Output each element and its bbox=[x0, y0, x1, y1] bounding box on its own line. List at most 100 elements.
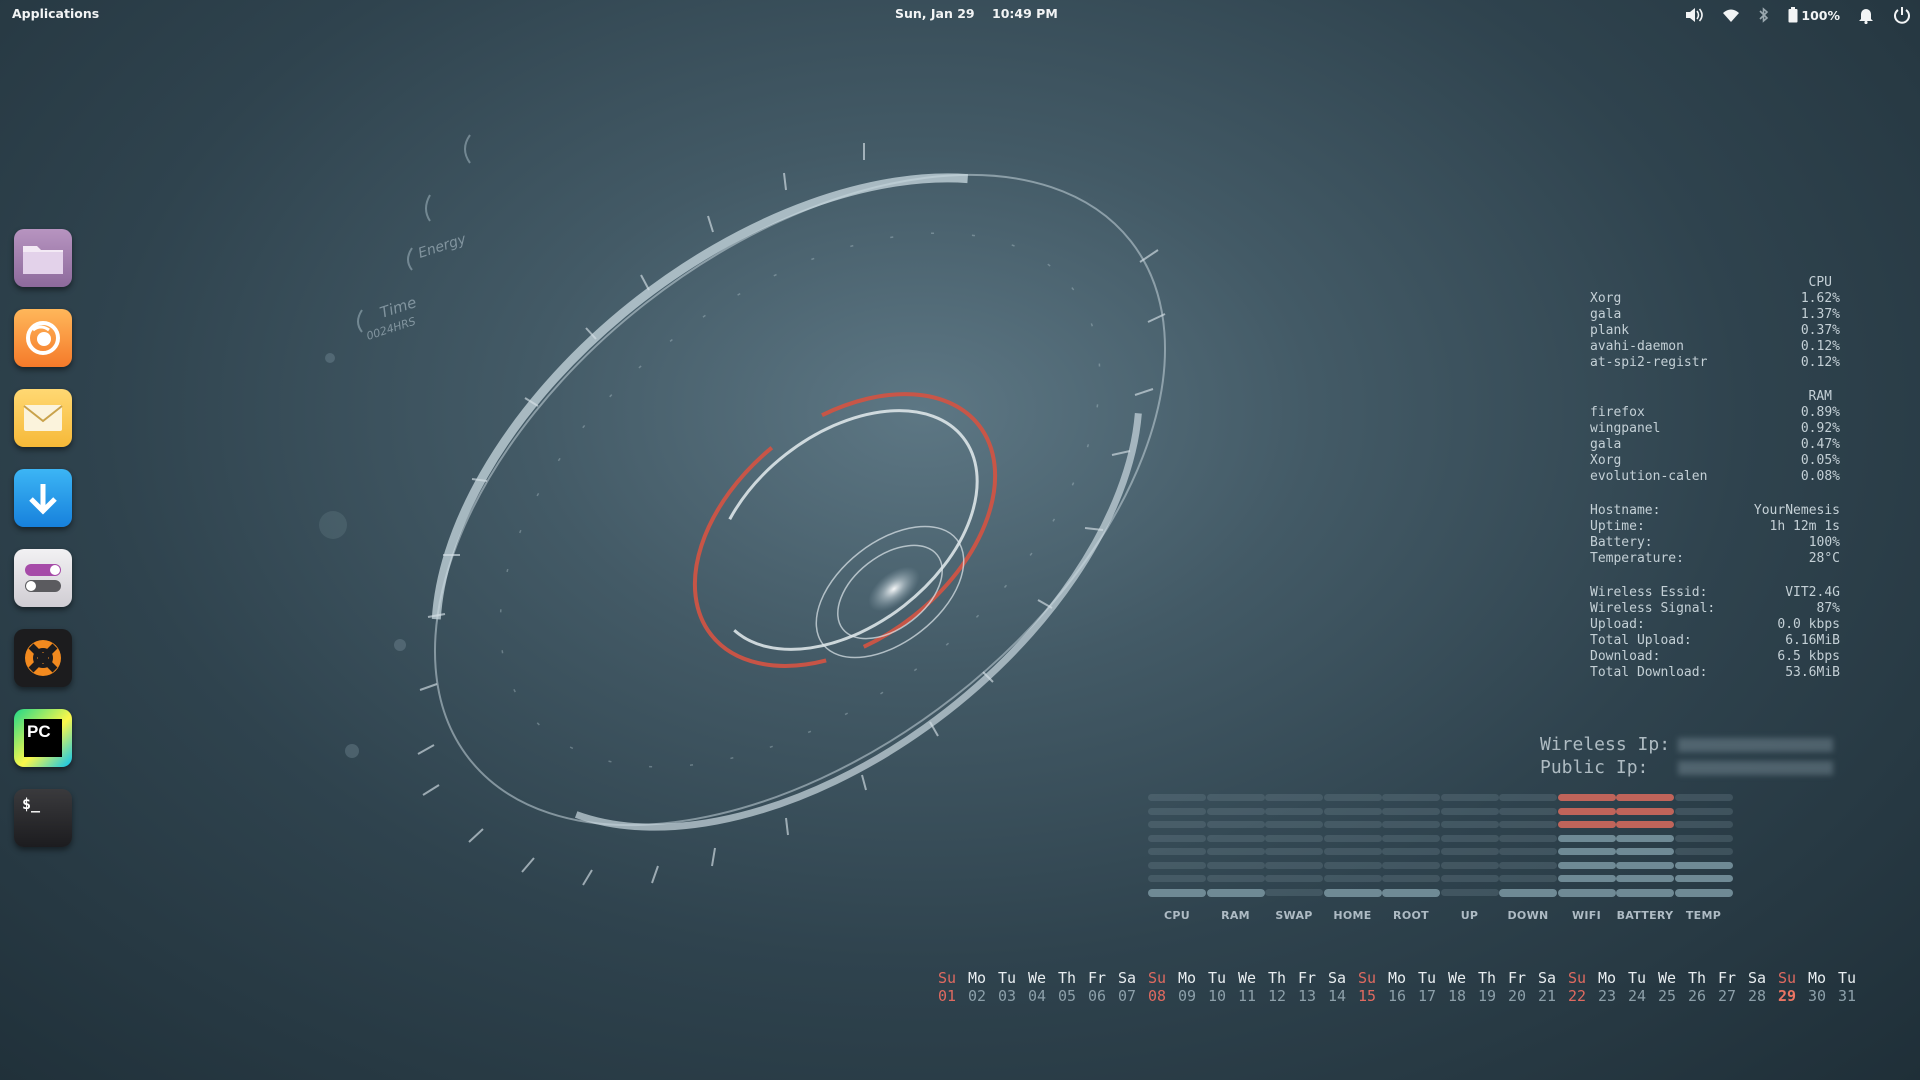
calendar-date[interactable]: 08 bbox=[1148, 987, 1178, 1005]
calendar-date[interactable]: 12 bbox=[1268, 987, 1298, 1005]
hud-ticks bbox=[417, 143, 1166, 886]
calendar-weekday: Sa bbox=[1748, 969, 1767, 987]
meter-segment bbox=[1616, 821, 1674, 828]
battery-percent: 100% bbox=[1801, 7, 1840, 23]
dock-item-firefox[interactable] bbox=[14, 309, 72, 367]
calendar-date[interactable]: 10 bbox=[1208, 987, 1238, 1005]
dock-item-files[interactable] bbox=[14, 229, 72, 287]
toggle-switches-icon bbox=[25, 564, 61, 592]
ram-process-list: firefox 0.89% wingpanel 0.92% gala 0.47% Xorg 0… bbox=[1590, 405, 1840, 485]
meter-segment bbox=[1440, 888, 1499, 896]
dock-item-settings[interactable] bbox=[14, 549, 72, 607]
hud-red-ring bbox=[692, 392, 998, 668]
network-info-row-label: Wireless Essid: bbox=[1590, 585, 1708, 600]
system-info-row-value: 100% bbox=[1808, 535, 1840, 550]
calendar-date[interactable]: 15 bbox=[1358, 987, 1388, 1005]
cpu-process-row: avahi-daemon 0.12% bbox=[1590, 339, 1840, 355]
calendar-date[interactable]: 27 bbox=[1718, 987, 1748, 1005]
meter-segment bbox=[1206, 861, 1265, 869]
meter-segment bbox=[1440, 875, 1499, 882]
calendar-date[interactable]: 09 bbox=[1178, 987, 1208, 1005]
dock-item-appcenter[interactable] bbox=[14, 469, 72, 527]
calendar: Su Mo Tu We Th Fr Sa Su Mo Tu We Th Fr Sa Su Mo Tu We Th Fr… bbox=[938, 969, 1868, 1005]
cpu-process-row-label: avahi-daemon bbox=[1590, 339, 1684, 354]
calendar-date[interactable]: 21 bbox=[1538, 987, 1568, 1005]
network-info-row-value: 87% bbox=[1816, 601, 1840, 616]
network-info-row-label: Wireless Signal: bbox=[1590, 601, 1716, 616]
ram-process-row-label: wingpanel bbox=[1590, 421, 1661, 436]
hud-core-glow bbox=[868, 566, 920, 612]
meter-segment bbox=[1382, 821, 1440, 828]
meter-segment bbox=[1616, 834, 1674, 842]
calendar-date[interactable]: 24 bbox=[1628, 987, 1658, 1005]
calendar-date[interactable]: 30 bbox=[1808, 987, 1838, 1005]
calendar-date[interactable]: 14 bbox=[1328, 987, 1358, 1005]
calendar-weekday: Tu bbox=[998, 969, 1017, 987]
meter-segment bbox=[1499, 834, 1557, 842]
calendar-weekday: Su bbox=[1148, 969, 1167, 987]
ram-process-row-label: evolution-calen bbox=[1590, 469, 1708, 484]
calendar-weekday: Tu bbox=[1838, 969, 1857, 987]
calendar-date[interactable]: 20 bbox=[1508, 987, 1538, 1005]
bluetooth-icon[interactable] bbox=[1758, 3, 1770, 27]
calendar-date[interactable]: 01 bbox=[938, 987, 968, 1005]
meter-segment bbox=[1382, 794, 1440, 801]
calendar-date[interactable]: 22 bbox=[1568, 987, 1598, 1005]
meter-segment bbox=[1557, 834, 1616, 842]
calendar-date[interactable]: 05 bbox=[1058, 987, 1088, 1005]
dock-item-pycharm[interactable]: PC bbox=[14, 709, 72, 767]
volume-icon[interactable] bbox=[1684, 3, 1704, 27]
battery-indicator[interactable]: 100% bbox=[1788, 3, 1840, 27]
meter-segment bbox=[1206, 875, 1265, 882]
dock-item-crossover[interactable] bbox=[14, 629, 72, 687]
calendar-date[interactable]: 06 bbox=[1088, 987, 1118, 1005]
calendar-date[interactable]: 17 bbox=[1418, 987, 1448, 1005]
dock-item-mail[interactable] bbox=[14, 389, 72, 447]
calendar-date[interactable]: 25 bbox=[1658, 987, 1688, 1005]
calendar-weekday: Fr bbox=[1508, 969, 1527, 987]
calendar-date[interactable]: 28 bbox=[1748, 987, 1778, 1005]
meter-segment bbox=[1265, 875, 1323, 882]
meter-segment bbox=[1557, 794, 1616, 801]
pycharm-icon-text: PC bbox=[27, 722, 51, 741]
network-info-row-value: 0.0 kbps bbox=[1777, 617, 1840, 632]
network-info-row: Wireless Signal: 87% bbox=[1590, 601, 1840, 617]
calendar-date[interactable]: 31 bbox=[1838, 987, 1868, 1005]
calendar-date[interactable]: 16 bbox=[1388, 987, 1418, 1005]
meter-segment bbox=[1557, 848, 1616, 855]
wireless-ip-redacted bbox=[1678, 738, 1834, 752]
ram-process-row: evolution-calen 0.08% bbox=[1590, 469, 1840, 485]
calendar-date[interactable]: 11 bbox=[1238, 987, 1268, 1005]
meter-segment bbox=[1674, 794, 1733, 801]
meter-segment bbox=[1674, 848, 1733, 855]
wifi-icon[interactable] bbox=[1722, 3, 1740, 27]
cpu-process-row-value: 0.37% bbox=[1800, 323, 1840, 338]
network-info-row-value: 53.6MiB bbox=[1785, 665, 1840, 680]
network-info-row: Total Download: 53.6MiB bbox=[1590, 665, 1840, 681]
calendar-date[interactable]: 19 bbox=[1478, 987, 1508, 1005]
calendar-date[interactable]: 04 bbox=[1028, 987, 1058, 1005]
calendar-weekdays: Su Mo Tu We Th Fr Sa Su Mo Tu We Th Fr Sa Su Mo Tu We Th Fr… bbox=[938, 969, 1868, 987]
cpu-process-row: at-spi2-registr 0.12% bbox=[1590, 355, 1840, 371]
notification-bell-icon[interactable] bbox=[1858, 3, 1874, 27]
calendar-today[interactable]: 29 bbox=[1778, 987, 1808, 1005]
calendar-date[interactable]: 23 bbox=[1598, 987, 1628, 1005]
calendar-date[interactable]: 07 bbox=[1118, 987, 1148, 1005]
calendar-date[interactable]: 18 bbox=[1448, 987, 1478, 1005]
calendar-date[interactable]: 02 bbox=[968, 987, 998, 1005]
meter-segment bbox=[1265, 861, 1323, 869]
meter-segment bbox=[1323, 821, 1382, 828]
ram-process-row-label: firefox bbox=[1590, 405, 1645, 420]
power-icon[interactable] bbox=[1892, 3, 1912, 27]
calendar-weekday: Th bbox=[1688, 969, 1707, 987]
meter-label: TEMP bbox=[1685, 909, 1722, 922]
date-time[interactable]: Sun, Jan 29 10:49 PM bbox=[895, 6, 1058, 21]
calendar-date[interactable]: 03 bbox=[998, 987, 1028, 1005]
ram-process-row: firefox 0.89% bbox=[1590, 405, 1840, 421]
calendar-date[interactable]: 13 bbox=[1298, 987, 1328, 1005]
dock-item-terminal[interactable]: $_ bbox=[14, 789, 72, 847]
meter-segment bbox=[1440, 834, 1499, 842]
applications-menu[interactable]: Applications bbox=[12, 6, 99, 21]
terminal-icon: $_ bbox=[22, 795, 41, 813]
calendar-date[interactable]: 26 bbox=[1688, 987, 1718, 1005]
